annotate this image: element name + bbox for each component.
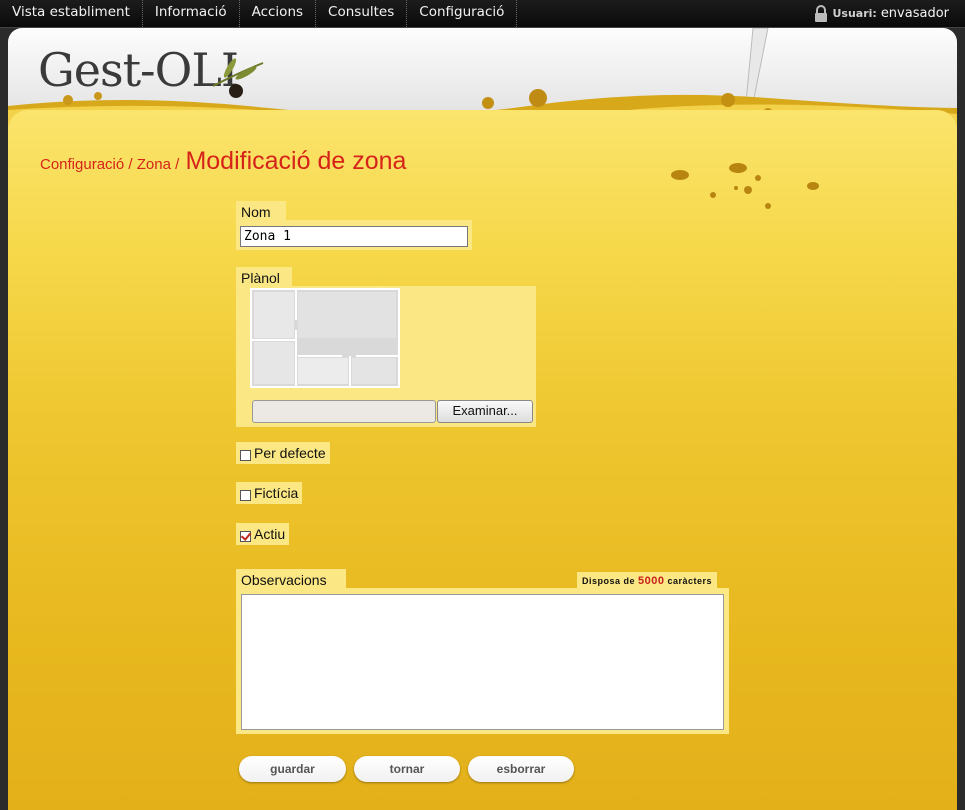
actiu-row[interactable]: Actiu [236, 523, 290, 545]
file-path-field[interactable] [252, 400, 436, 423]
actiu-label: Actiu [254, 526, 286, 542]
ficticia-checkbox[interactable] [240, 489, 251, 501]
esborrar-button[interactable]: esborrar [468, 756, 574, 782]
page-title: Modificació de zona [185, 147, 407, 175]
actiu-checkbox[interactable] [240, 530, 251, 542]
floor-plan-image [250, 288, 400, 388]
guardar-button[interactable]: guardar [239, 756, 346, 782]
chars-count: 5000 [638, 575, 665, 587]
ficticia-row[interactable]: Fictícia [236, 482, 303, 504]
menu-item-configuracio[interactable]: Configuració [407, 0, 518, 27]
user-name[interactable]: envasador [881, 1, 949, 27]
menu-item-consultes[interactable]: Consultes [316, 0, 408, 27]
per-defecte-row[interactable]: Per defecte [236, 442, 330, 464]
menu-item-accions[interactable]: Accions [240, 0, 317, 27]
menu-item-vista-establiment[interactable]: Vista establiment [0, 0, 143, 27]
breadcrumb-link-configuracio[interactable]: Configuració [40, 156, 124, 173]
main-menu: Vista establiment Informació Accions Con… [0, 0, 518, 27]
menu-item-informacio[interactable]: Informació [143, 0, 240, 27]
chars-prefix: Disposa de [582, 576, 636, 586]
breadcrumb-separator: / [124, 156, 137, 173]
lock-icon [814, 4, 828, 23]
ficticia-label: Fictícia [254, 485, 299, 501]
browse-button[interactable]: Examinar... [437, 400, 533, 423]
nom-input[interactable] [240, 226, 468, 247]
user-info: Usuari: envasador [814, 0, 949, 27]
top-nav-bar: Vista establiment Informació Accions Con… [0, 0, 965, 28]
main-content: Configuració / Zona / Modificació de zon… [8, 110, 957, 810]
breadcrumb-separator: / [170, 156, 184, 173]
chars-suffix: caràcters [667, 576, 713, 586]
observacions-textarea[interactable] [241, 594, 724, 730]
user-label: Usuari: [832, 6, 877, 20]
breadcrumb-link-zona[interactable]: Zona [137, 156, 171, 173]
per-defecte-checkbox[interactable] [240, 449, 251, 461]
per-defecte-label: Per defecte [254, 445, 326, 461]
tornar-button[interactable]: tornar [354, 756, 460, 782]
breadcrumb: Configuració / Zona / Modificació de zon… [40, 147, 406, 176]
